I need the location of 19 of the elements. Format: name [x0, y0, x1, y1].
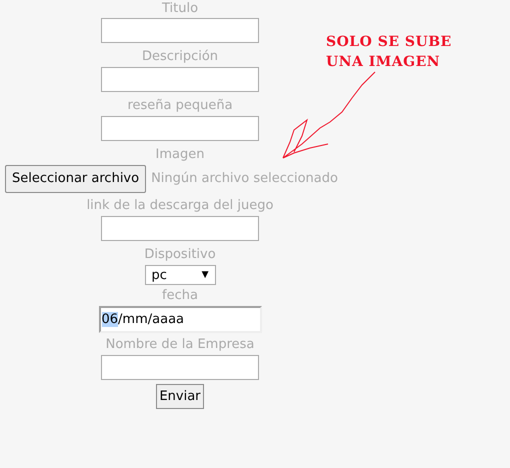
choose-file-button[interactable]: Seleccionar archivo [5, 165, 146, 193]
input-field[interactable] [101, 67, 259, 92]
date-field[interactable]: 06/mm/aaaa [98, 306, 262, 333]
field-label: fecha [162, 287, 198, 305]
field-label: reseña pequeña [127, 97, 233, 115]
field-label: Nombre de la Empresa [106, 336, 254, 354]
field-label: Titulo [162, 0, 198, 18]
file-status: Ningún archivo seleccionado [151, 170, 338, 188]
input-field[interactable] [101, 216, 259, 241]
annotation-text: SOLO SE SUBE UNA IMAGEN [326, 33, 452, 72]
field-label: Imagen [156, 146, 204, 164]
field-label: Dispositivo [144, 246, 216, 264]
input-field[interactable] [101, 18, 259, 43]
field-label: Descripción [142, 48, 218, 66]
input-field[interactable] [101, 355, 259, 380]
field-label: link de la descarga del juego [86, 197, 274, 215]
input-field[interactable] [101, 116, 259, 141]
submit-button[interactable]: Enviar [156, 384, 204, 410]
dropdown[interactable]: pc ▼ [144, 265, 216, 285]
